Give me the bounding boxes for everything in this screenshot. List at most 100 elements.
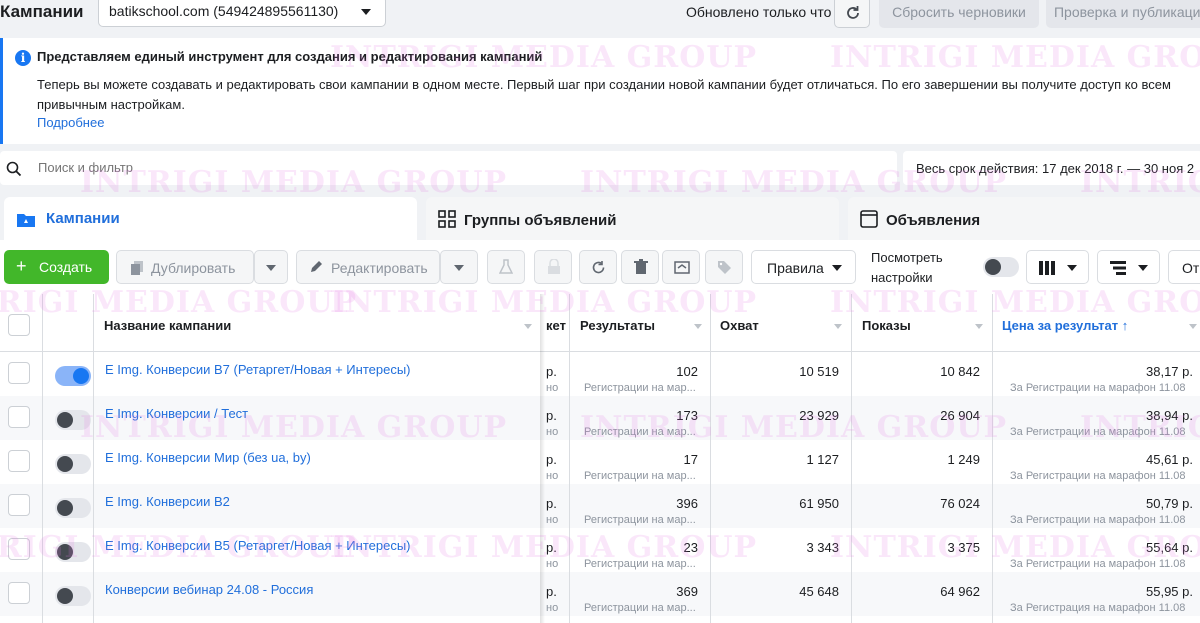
ab-test-button[interactable] — [487, 250, 525, 284]
cost-cell: 55,64 р. — [1146, 540, 1193, 555]
sort-icon — [975, 324, 983, 329]
discard-drafts-button[interactable]: Сбросить черновики — [879, 0, 1039, 28]
budget-sub: но — [546, 602, 559, 614]
view-settings-label: Посмотреть настройки — [871, 248, 943, 288]
row-checkbox[interactable] — [8, 450, 30, 472]
pencil-icon — [311, 261, 322, 272]
trash-icon — [634, 259, 648, 274]
column-header-results[interactable]: Результаты — [580, 318, 655, 333]
table-row[interactable]: E Img. Конверсии B2 р. но 396 Регистрации на… — [0, 484, 1200, 528]
campaign-toggle[interactable] — [55, 498, 91, 518]
view-settings-toggle[interactable] — [983, 257, 1019, 277]
table-row[interactable]: E Img. Конверсии B5 (Ретаргет/Новая + Ин… — [0, 528, 1200, 572]
cost-cell: 55,95 р. — [1146, 584, 1193, 599]
cost-sub: За Регистрации на марафон 11.08 — [1010, 426, 1186, 438]
campaign-name-link[interactable]: E Img. Конверсии / Тест — [105, 406, 248, 421]
create-button[interactable]: + Создать — [4, 250, 109, 284]
budget-cell: р. — [546, 408, 557, 423]
rules-button[interactable]: Правила — [751, 250, 856, 284]
breakdown-button[interactable] — [1097, 250, 1160, 284]
reports-label: Отч — [1182, 260, 1200, 276]
campaign-name-link[interactable]: Конверсии вебинар 24.08 - Россия — [105, 582, 313, 597]
undo-button[interactable] — [579, 250, 617, 284]
rules-label: Правила — [767, 260, 824, 276]
table-row[interactable]: Конверсии вебинар 24.08 - Россия р. но 369 Р… — [0, 572, 1200, 616]
reports-button[interactable]: Отч — [1168, 250, 1200, 284]
campaign-toggle[interactable] — [55, 410, 91, 430]
column-divider — [851, 294, 852, 623]
campaign-name-link[interactable]: E Img. Конверсии B2 — [105, 494, 230, 509]
column-divider — [93, 294, 94, 623]
row-checkbox[interactable] — [8, 406, 30, 428]
results-sub: Регистрации на мар... — [584, 382, 696, 394]
columns-icon — [1039, 261, 1055, 275]
row-checkbox[interactable] — [8, 538, 30, 560]
campaign-toggle[interactable] — [55, 454, 91, 474]
reach-cell: 1 127 — [806, 452, 839, 467]
refresh-icon — [847, 6, 859, 19]
duplicate-dropdown[interactable] — [254, 250, 288, 284]
campaigns-table: Название кампании кет Результаты Охват П… — [0, 294, 1200, 623]
chevron-down-icon — [266, 265, 276, 271]
view-settings-line-2: настройки — [871, 270, 933, 285]
cost-sub: За Регистрации на марафон 11.08 — [1010, 558, 1186, 570]
tag-button[interactable] — [705, 250, 743, 284]
review-publish-button[interactable]: Проверка и публикация — [1046, 0, 1200, 28]
tab-ad-sets[interactable]: Группы объявлений — [426, 197, 839, 241]
export-button[interactable] — [662, 250, 700, 284]
search-bar[interactable] — [0, 151, 897, 185]
banner-title: Представляем единый инструмент для созда… — [37, 49, 543, 64]
reach-cell: 23 929 — [799, 408, 839, 423]
column-header-reach[interactable]: Охват — [720, 318, 759, 333]
search-input[interactable] — [38, 160, 438, 175]
toggle-knob — [57, 588, 73, 604]
duplicate-icon — [131, 261, 143, 275]
campaign-toggle[interactable] — [55, 542, 91, 562]
table-row[interactable]: E Img. Конверсии / Тест р. но 173 Регистраци… — [0, 396, 1200, 440]
row-checkbox[interactable] — [8, 494, 30, 516]
tab-ads[interactable]: Объявления — [848, 197, 1200, 241]
campaign-toggle[interactable] — [55, 586, 91, 606]
results-cell: 396 — [676, 496, 698, 511]
campaign-toggle[interactable] — [55, 366, 91, 386]
row-checkbox[interactable] — [8, 582, 30, 604]
impressions-cell: 26 904 — [940, 408, 980, 423]
table-row[interactable]: E Img. Конверсии B7 (Ретаргет/Новая + Ин… — [0, 352, 1200, 396]
account-select[interactable]: batikschool.com (549424895561130) — [98, 0, 386, 27]
column-header-cost-per-result[interactable]: Цена за результат ↑ — [1002, 318, 1128, 333]
delete-button[interactable] — [621, 250, 659, 284]
impressions-cell: 10 842 — [940, 364, 980, 379]
toggle-knob — [57, 500, 73, 516]
row-checkbox[interactable] — [8, 362, 30, 384]
duplicate-button[interactable]: Дублировать — [116, 250, 254, 284]
edit-button[interactable]: Редактировать — [296, 250, 440, 284]
lock-button[interactable] — [534, 250, 572, 284]
campaign-name-link[interactable]: E Img. Конверсии B7 (Ретаргет/Новая + Ин… — [105, 362, 411, 377]
campaign-name-link[interactable]: E Img. Конверсии Мир (без ua, by) — [105, 450, 311, 465]
edit-label: Редактировать — [331, 260, 428, 276]
refresh-button[interactable] — [834, 0, 870, 28]
impressions-cell: 76 024 — [940, 496, 980, 511]
reach-cell: 10 519 — [799, 364, 839, 379]
reach-cell: 3 343 — [806, 540, 839, 555]
cost-sub: За Регистрации на марафон 11.08 — [1010, 382, 1186, 394]
table-header: Название кампании кет Результаты Охват П… — [0, 294, 1200, 352]
date-range-picker[interactable]: Весь срок действия: 17 дек 2018 г. — 30 … — [903, 151, 1200, 185]
column-header-name[interactable]: Название кампании — [104, 318, 231, 333]
grid-icon — [438, 210, 456, 228]
campaign-name-link[interactable]: E Img. Конверсии B5 (Ретаргет/Новая + Ин… — [105, 538, 411, 553]
tab-campaigns[interactable]: Кампании — [4, 197, 417, 243]
columns-button[interactable] — [1026, 250, 1089, 284]
column-header-budget[interactable]: кет — [546, 318, 566, 333]
top-bar: Кампании batikschool.com (54942489556113… — [0, 0, 1200, 30]
export-icon — [674, 261, 690, 274]
budget-cell: р. — [546, 584, 557, 599]
learn-more-link[interactable]: Подробнее — [37, 115, 104, 130]
column-header-impressions[interactable]: Показы — [862, 318, 911, 333]
edit-dropdown[interactable] — [440, 250, 478, 284]
select-all-checkbox[interactable] — [8, 314, 30, 336]
cost-cell: 45,61 р. — [1146, 452, 1193, 467]
table-row[interactable]: E Img. Конверсии Мир (без ua, by) р. но 17 Р… — [0, 440, 1200, 484]
budget-cell: р. — [546, 496, 557, 511]
column-divider — [710, 294, 711, 623]
